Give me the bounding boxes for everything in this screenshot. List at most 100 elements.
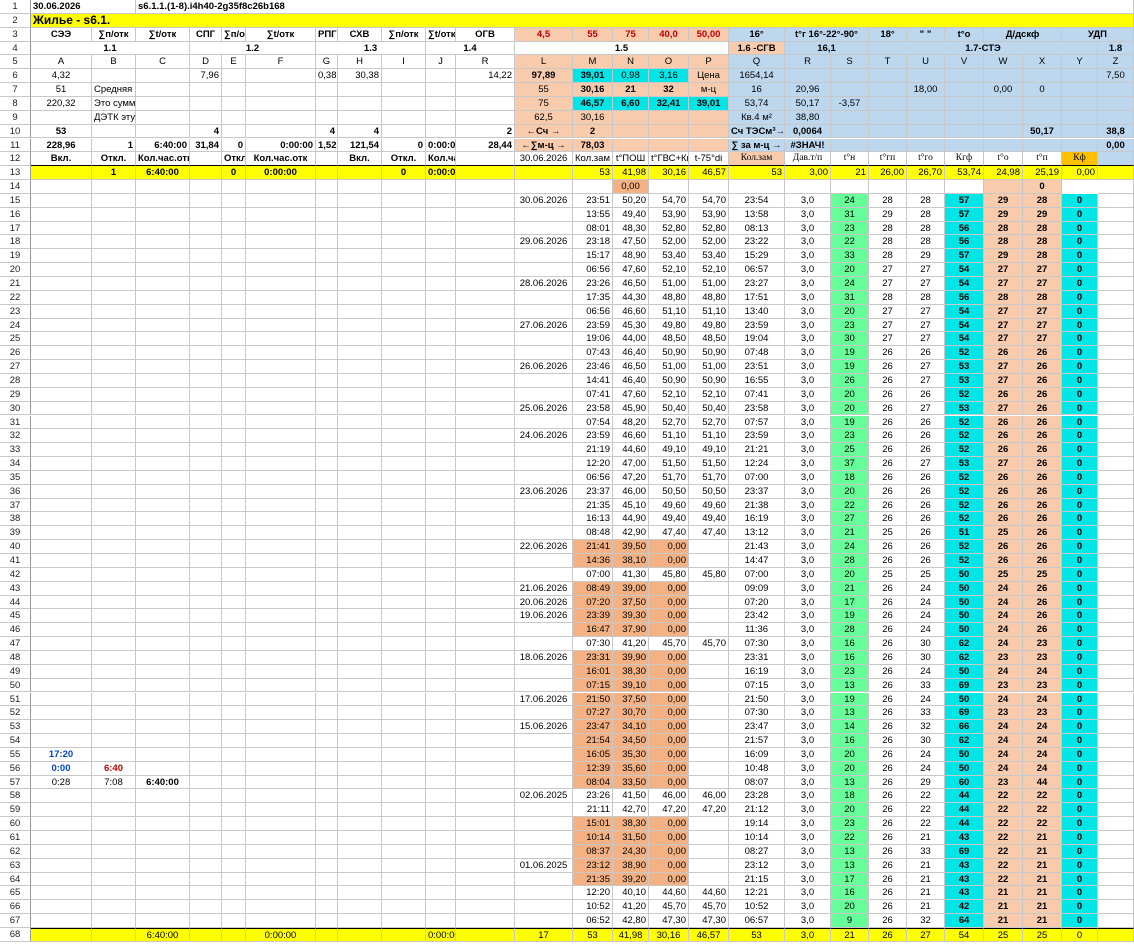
log-cell[interactable]: 51,10 <box>689 304 729 319</box>
empty-cell[interactable] <box>136 443 190 458</box>
log-cell[interactable]: 26 <box>869 664 907 679</box>
log-cell[interactable]: 26 <box>869 844 907 859</box>
log-cell[interactable]: 50,50 <box>649 484 689 499</box>
empty-cell[interactable] <box>456 526 515 541</box>
empty-cell[interactable] <box>31 484 92 499</box>
empty-cell[interactable] <box>316 775 338 790</box>
log-cell[interactable]: 41,50 <box>613 789 649 804</box>
header-r3-4[interactable]: ∑п/отк <box>222 27 246 42</box>
log-cell[interactable]: 26 <box>869 609 907 624</box>
empty-cell[interactable] <box>31 429 92 444</box>
log-cell[interactable]: 46,00 <box>689 789 729 804</box>
empty-cell[interactable] <box>316 415 338 430</box>
summary-cell[interactable]: 25,19 <box>1023 166 1062 181</box>
summary-cell[interactable] <box>31 166 92 181</box>
log-cell[interactable]: 47,40 <box>649 526 689 541</box>
log-cell[interactable]: 45,90 <box>613 401 649 416</box>
log-cell[interactable]: 23:31 <box>573 650 613 665</box>
row11-cell[interactable]: 31,84 <box>190 138 222 153</box>
empty-cell[interactable] <box>190 290 222 305</box>
log-cell[interactable]: 13 <box>831 858 869 873</box>
log-cell[interactable]: 0 <box>1062 761 1098 776</box>
log-cell[interactable]: 08:37 <box>573 844 613 859</box>
row-header[interactable]: 67 <box>0 914 31 928</box>
empty-cell[interactable] <box>136 609 190 624</box>
footer-cell[interactable]: 26 <box>869 927 907 942</box>
log-cell[interactable]: 39,00 <box>613 581 649 596</box>
empty-cell[interactable] <box>456 277 515 291</box>
log-cell[interactable]: 27 <box>907 277 945 291</box>
log-cell[interactable]: 16:55 <box>729 373 785 388</box>
empty-cell[interactable] <box>316 734 338 748</box>
log-cell[interactable]: 19 <box>831 360 869 374</box>
row9-cell[interactable]: 38,80 <box>785 110 831 125</box>
empty-cell[interactable] <box>426 304 456 319</box>
empty-cell[interactable] <box>136 526 190 541</box>
empty-cell[interactable] <box>316 692 338 707</box>
empty-cell[interactable] <box>456 470 515 485</box>
empty-cell[interactable] <box>456 692 515 707</box>
col-header[interactable] <box>1098 152 1134 167</box>
log-cell[interactable] <box>515 415 573 430</box>
empty-cell[interactable] <box>1098 761 1134 776</box>
log-cell[interactable] <box>689 734 729 748</box>
empty-cell[interactable] <box>31 332 92 347</box>
log-cell[interactable]: 27 <box>984 318 1023 333</box>
empty-cell[interactable] <box>316 263 338 277</box>
empty-cell[interactable] <box>338 180 382 194</box>
log-cell[interactable]: 15:01 <box>573 817 613 831</box>
row-header[interactable]: 8 <box>0 96 31 111</box>
empty-cell[interactable] <box>136 290 190 305</box>
empty-cell[interactable] <box>456 609 515 624</box>
log-cell[interactable]: 15.06.2026 <box>515 720 573 735</box>
row-header[interactable]: 31 <box>0 415 31 430</box>
empty-cell[interactable] <box>246 249 316 264</box>
row11-cell[interactable]: ←∑м-ц → <box>515 138 573 153</box>
log-cell[interactable]: 9 <box>831 914 869 928</box>
empty-cell[interactable] <box>190 193 222 208</box>
empty-cell[interactable] <box>92 318 136 333</box>
empty-cell[interactable] <box>316 498 338 513</box>
log-cell[interactable]: 0 <box>1062 360 1098 374</box>
empty-cell[interactable] <box>426 207 456 222</box>
log-cell[interactable]: 27 <box>984 373 1023 388</box>
log-cell[interactable]: 0 <box>1062 817 1098 831</box>
log-cell[interactable]: 62 <box>945 734 984 748</box>
empty-cell[interactable] <box>1098 554 1134 568</box>
log-cell[interactable]: 26 <box>869 817 907 831</box>
log-cell[interactable]: 21 <box>1023 831 1062 845</box>
empty-cell[interactable] <box>92 637 136 651</box>
footer-cell[interactable]: 17 <box>515 927 573 942</box>
row6-cell[interactable]: 1654,14 <box>729 69 785 84</box>
log-cell[interactable]: 22 <box>984 789 1023 804</box>
log-cell[interactable]: 22 <box>831 235 869 250</box>
log-cell[interactable]: 50,40 <box>689 401 729 416</box>
empty-cell[interactable] <box>382 678 426 693</box>
empty-cell[interactable] <box>338 249 382 264</box>
log-cell[interactable]: 41,20 <box>613 900 649 915</box>
empty-cell[interactable] <box>382 609 426 624</box>
log-cell[interactable]: 3,0 <box>785 346 831 361</box>
log-cell[interactable]: 33 <box>907 844 945 859</box>
empty-cell[interactable] <box>222 443 246 458</box>
empty-cell[interactable] <box>338 623 382 638</box>
empty-cell[interactable] <box>382 761 426 776</box>
empty-cell[interactable] <box>316 650 338 665</box>
empty-cell[interactable] <box>31 180 92 194</box>
empty-cell[interactable] <box>92 360 136 374</box>
log-cell[interactable]: 0 <box>1062 775 1098 790</box>
empty-cell[interactable] <box>31 817 92 831</box>
row9-cell[interactable] <box>426 110 456 125</box>
empty-cell[interactable] <box>190 831 222 845</box>
log-cell[interactable]: 25 <box>984 567 1023 582</box>
log-cell[interactable]: 26 <box>1023 498 1062 513</box>
summary-cell[interactable]: 24,98 <box>984 166 1023 181</box>
log-cell[interactable]: 41,30 <box>613 567 649 582</box>
log-cell[interactable]: 0 <box>1062 387 1098 402</box>
log-cell[interactable]: 26 <box>869 443 907 458</box>
log-cell[interactable] <box>515 831 573 845</box>
log-cell[interactable]: 0 <box>1062 886 1098 901</box>
log-cell[interactable]: 26 <box>984 346 1023 361</box>
empty-cell[interactable] <box>190 318 222 333</box>
summary-cell[interactable]: 0 <box>222 166 246 181</box>
